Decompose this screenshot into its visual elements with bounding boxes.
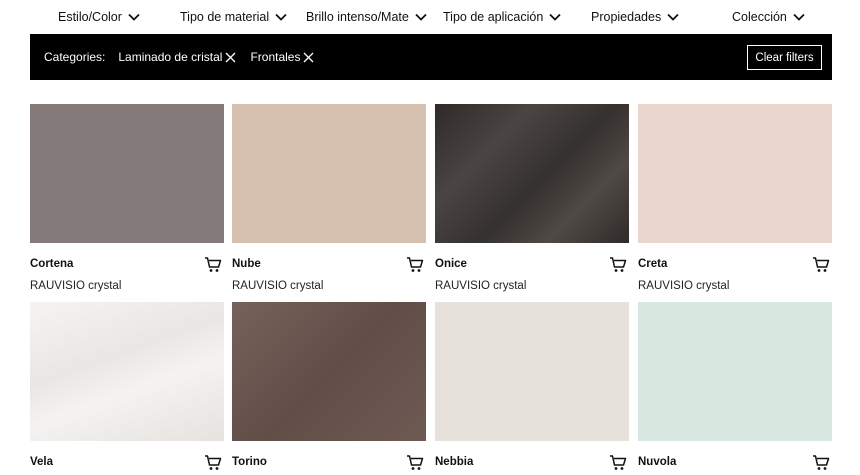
chevron-down-icon: [275, 13, 287, 21]
categories-label: Categories:: [44, 50, 106, 64]
product-name[interactable]: Nube: [232, 258, 261, 270]
product-swatch[interactable]: [232, 302, 426, 441]
product-name[interactable]: Torino: [232, 456, 267, 468]
filter-bar: Estilo/Color Tipo de material Brillo int…: [30, 0, 832, 36]
product-swatch[interactable]: [30, 104, 224, 243]
product-card-torino[interactable]: Torino: [232, 302, 426, 470]
product-card-cortena[interactable]: Cortena RAUVISIO crystal: [30, 104, 224, 292]
close-icon[interactable]: [303, 52, 314, 63]
filter-label: Propiedades: [591, 10, 662, 24]
product-swatch[interactable]: [638, 104, 832, 243]
product-name[interactable]: Onice: [435, 258, 467, 270]
cart-icon[interactable]: [204, 453, 222, 471]
chevron-down-icon: [415, 13, 427, 21]
chevron-down-icon: [128, 13, 140, 21]
filter-label: Estilo/Color: [58, 10, 122, 24]
cart-icon[interactable]: [609, 255, 627, 273]
filter-tipo-aplicacion[interactable]: Tipo de aplicación: [443, 10, 561, 24]
product-swatch[interactable]: [435, 302, 629, 441]
chevron-down-icon: [667, 13, 679, 21]
filter-brillo[interactable]: Brillo intenso/Mate: [306, 10, 427, 24]
product-collection: RAUVISIO crystal: [435, 280, 527, 292]
filter-label: Brillo intenso/Mate: [306, 10, 409, 24]
chip-label: Frontales: [250, 50, 301, 64]
chevron-down-icon: [793, 13, 805, 21]
close-icon[interactable]: [225, 52, 236, 63]
product-collection: RAUVISIO crystal: [232, 280, 324, 292]
product-swatch[interactable]: [30, 302, 224, 441]
product-name[interactable]: Vela: [30, 456, 53, 468]
chip-laminado-de-cristal[interactable]: Laminado de cristal: [118, 50, 236, 64]
product-swatch[interactable]: [232, 104, 426, 243]
product-collection: RAUVISIO crystal: [30, 280, 122, 292]
cart-icon[interactable]: [812, 453, 830, 471]
product-card-nebbia[interactable]: Nebbia: [435, 302, 629, 470]
product-card-onice[interactable]: Onice RAUVISIO crystal: [435, 104, 629, 292]
product-swatch[interactable]: [435, 104, 629, 243]
product-name[interactable]: Cortena: [30, 258, 73, 270]
cart-icon[interactable]: [204, 255, 222, 273]
filter-label: Tipo de aplicación: [443, 10, 544, 24]
filter-propiedades[interactable]: Propiedades: [591, 10, 679, 24]
chip-frontales[interactable]: Frontales: [250, 50, 314, 64]
product-name[interactable]: Nuvola: [638, 456, 676, 468]
product-collection: RAUVISIO crystal: [638, 280, 730, 292]
product-card-vela[interactable]: Vela: [30, 302, 224, 470]
chip-label: Laminado de cristal: [118, 50, 223, 64]
product-swatch[interactable]: [638, 302, 832, 441]
filter-label: Colección: [732, 10, 787, 24]
filter-estilo-color[interactable]: Estilo/Color: [58, 10, 140, 24]
product-name[interactable]: Creta: [638, 258, 667, 270]
product-name[interactable]: Nebbia: [435, 456, 473, 468]
filter-label: Tipo de material: [180, 10, 270, 24]
cart-icon[interactable]: [406, 255, 424, 273]
cart-icon[interactable]: [609, 453, 627, 471]
clear-filters-button[interactable]: Clear filters: [747, 45, 822, 70]
active-categories-bar: Categories: Laminado de cristal Frontale…: [30, 34, 832, 80]
product-card-nuvola[interactable]: Nuvola: [638, 302, 832, 470]
chevron-down-icon: [549, 13, 561, 21]
cart-icon[interactable]: [406, 453, 424, 471]
cart-icon[interactable]: [812, 255, 830, 273]
filter-coleccion[interactable]: Colección: [732, 10, 805, 24]
product-card-nube[interactable]: Nube RAUVISIO crystal: [232, 104, 426, 292]
filter-tipo-material[interactable]: Tipo de material: [180, 10, 287, 24]
product-card-creta[interactable]: Creta RAUVISIO crystal: [638, 104, 832, 292]
